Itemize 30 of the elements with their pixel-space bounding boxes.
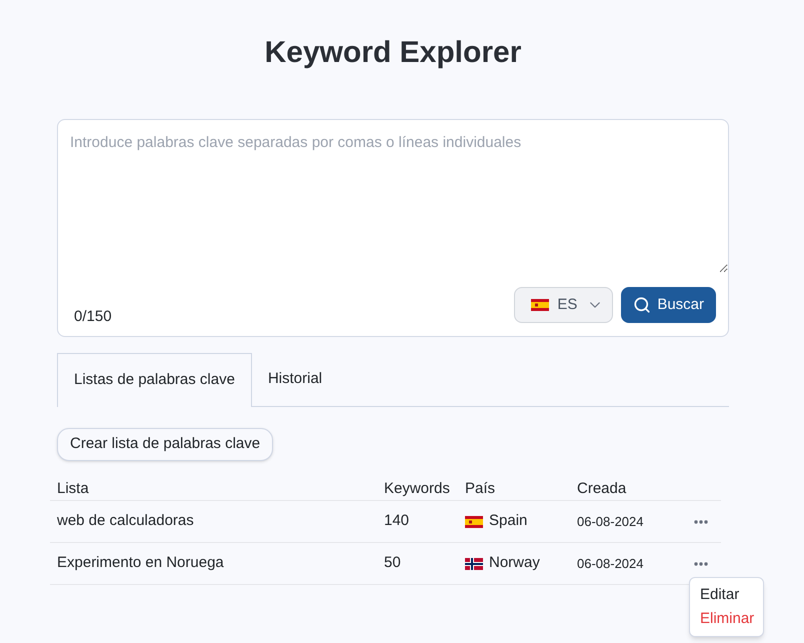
flag-icon bbox=[531, 299, 550, 311]
list-name-cell-text: web de calculadoras bbox=[56, 511, 195, 532]
country-cell-text: Spain bbox=[489, 511, 528, 532]
more-icon bbox=[694, 520, 708, 524]
list-name-cell-text: Experimento en Noruega bbox=[56, 553, 225, 574]
column-header: Creada bbox=[576, 479, 628, 499]
search-button[interactable]: Buscar bbox=[621, 287, 716, 323]
country-cell-text: Norway bbox=[489, 553, 540, 574]
search-icon bbox=[633, 296, 652, 314]
menu-item[interactable]: Editar bbox=[700, 584, 753, 604]
date-cell-text: 06-08-2024 bbox=[576, 512, 644, 531]
flag-icon bbox=[465, 516, 483, 528]
keyword-count-cell-text: 140 bbox=[383, 511, 410, 532]
keyword-input-box[interactable]: Introduce palabras clave separadas por comas o líneas individuales 0/150 ES Buscar bbox=[57, 119, 729, 337]
date-cell-text: 06-08-2024 bbox=[576, 554, 644, 573]
flag-icon bbox=[465, 558, 483, 570]
column-header: Keywords bbox=[383, 479, 451, 499]
character-counter: 0/150 bbox=[74, 307, 112, 327]
language-dropdown[interactable]: ES bbox=[514, 287, 614, 323]
chevron-down-icon bbox=[590, 301, 600, 309]
column-header: Lista bbox=[56, 479, 90, 499]
tab[interactable]: Historial bbox=[252, 353, 338, 406]
more-icon bbox=[694, 562, 708, 566]
create-list-button[interactable]: Crear lista de palabras clave bbox=[57, 428, 274, 461]
keyword-count-cell-text: 50 bbox=[383, 553, 402, 574]
menu-item[interactable]: Eliminar bbox=[700, 608, 753, 628]
tab[interactable]: Listas de palabras clave bbox=[57, 353, 252, 407]
page-title: Keyword Explorer bbox=[264, 35, 522, 71]
keyword-textarea[interactable]: Introduce palabras clave separadas por comas o líneas individuales bbox=[58, 120, 728, 273]
column-header: País bbox=[464, 479, 496, 499]
